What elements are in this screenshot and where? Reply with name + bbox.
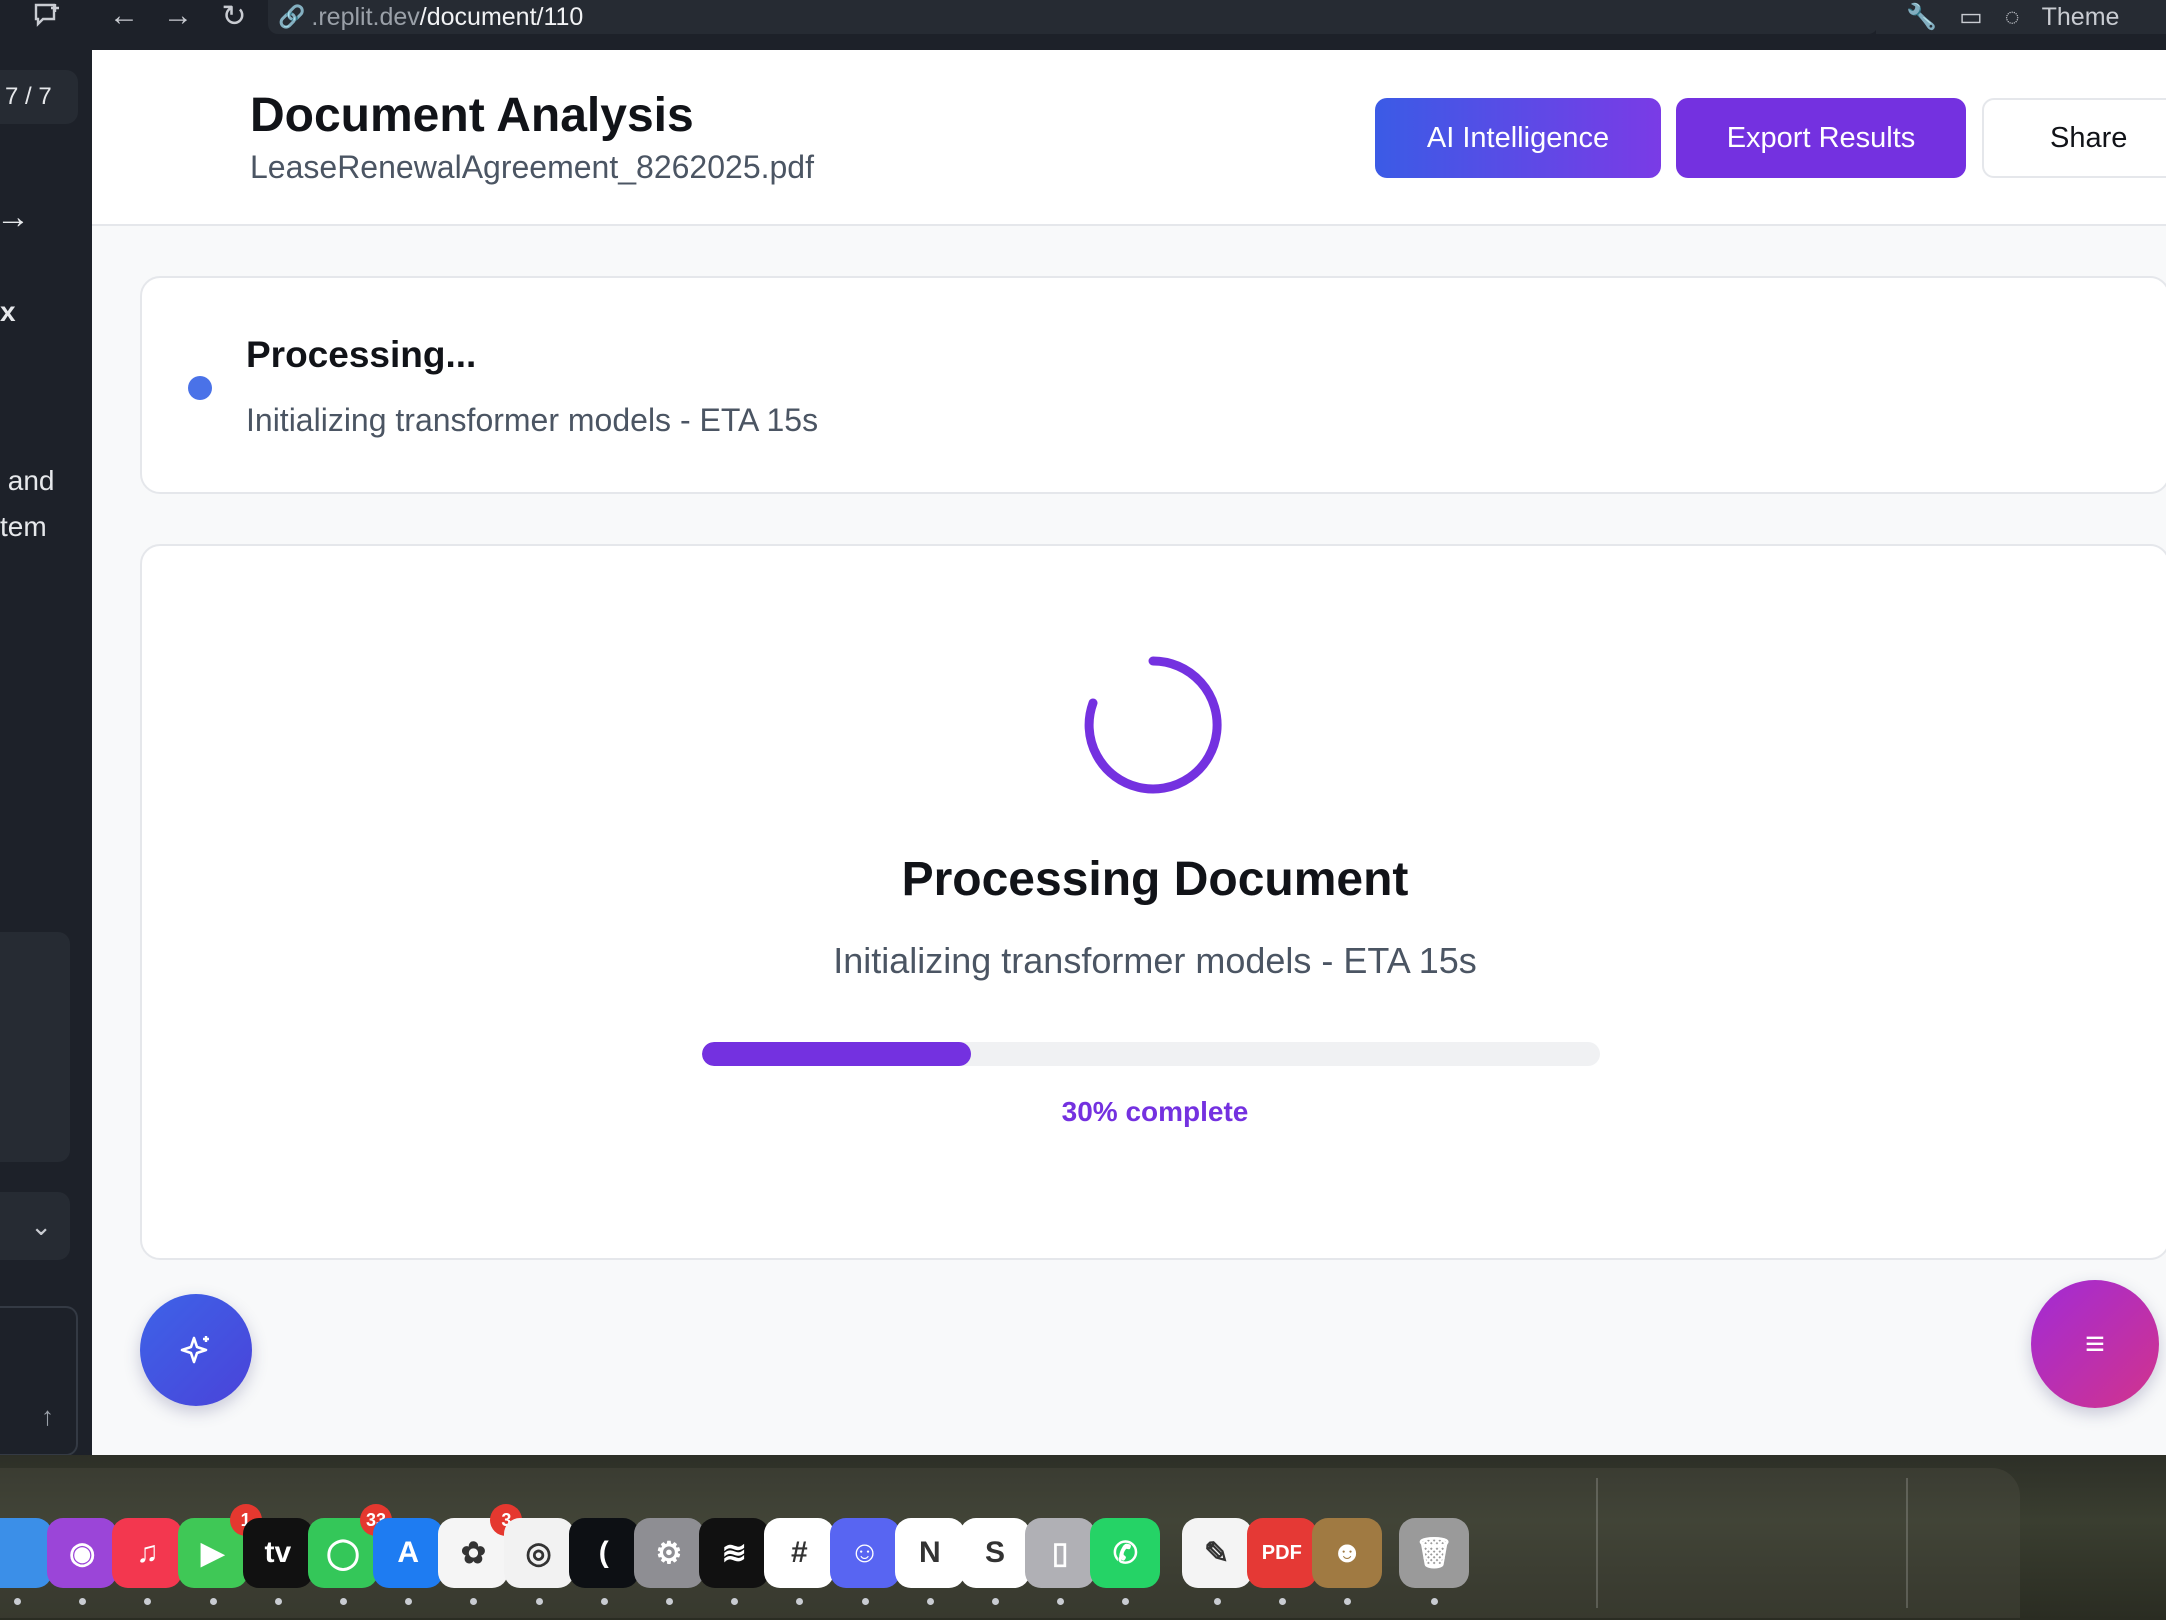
skype-icon[interactable]: S [960, 1518, 1030, 1588]
sidebar-panel [0, 932, 70, 1162]
dock-separator [1596, 1478, 1598, 1608]
whatsapp-icon[interactable]: ✆ [1090, 1518, 1161, 1588]
status-card: Processing... Initializing transformer m… [140, 276, 2166, 494]
menu-button[interactable]: ≡ [2031, 1280, 2159, 1408]
back-icon[interactable]: ← [104, 0, 144, 32]
page-title: Document Analysis [250, 89, 694, 142]
status-title: Processing... [246, 334, 477, 375]
browser-toolbar: ← → ↻ 🔗 .replit.dev /document/110 🔧 ▭ ◌ … [0, 0, 2166, 50]
sidebar-select[interactable]: ⌄ [0, 1192, 70, 1260]
sidebar-text: and tem [0, 465, 55, 542]
running-indicator [926, 1598, 934, 1605]
facetime-icon[interactable]: ▶ 1 [177, 1504, 262, 1588]
page-counter: 7 / 7 [0, 70, 78, 124]
wrench-icon[interactable]: 🔧 [1906, 3, 1937, 32]
forward-icon[interactable]: → [158, 0, 198, 32]
settings-icon[interactable]: ⚙ [634, 1518, 704, 1588]
iphone-mirroring-icon[interactable]: ▯ [1025, 1518, 1096, 1588]
messages-icon[interactable]: ◯ 33 [308, 1504, 392, 1588]
progress-fill [702, 1042, 972, 1066]
textedit-icon[interactable]: ✎ [1181, 1518, 1252, 1588]
slack-icon[interactable]: # [764, 1518, 835, 1588]
page-header: Document Analysis LeaseRenewalAgreement_… [92, 50, 2166, 226]
processing-subtitle: Initializing transformer models - ETA 15… [833, 940, 1477, 981]
chat-input[interactable]: ↑ [0, 1306, 78, 1456]
browser-tools: 🔧 ▭ ◌ Theme [1876, 0, 2166, 34]
menu-icon: ≡ [2085, 1324, 2105, 1363]
podcasts-icon[interactable]: ◉ [47, 1518, 118, 1588]
running-indicator [666, 1598, 673, 1605]
photos-icon[interactable]: ✿ 3 [438, 1504, 523, 1588]
send-arrow-icon[interactable]: ↑ [41, 1401, 54, 1432]
running-indicator [600, 1598, 608, 1605]
trash-icon[interactable]: 🗑 [1399, 1518, 1470, 1588]
appstore-icon[interactable]: A [373, 1518, 444, 1588]
progress-bar [702, 1042, 1600, 1066]
pdf-expert-icon[interactable]: PDF [1246, 1518, 1317, 1588]
running-indicator [1344, 1598, 1351, 1605]
sidebar: 7 / 7 → x and tem ⌄ ↑ [0, 50, 92, 1456]
running-indicator [340, 1598, 347, 1605]
finder-icon[interactable] [0, 1518, 52, 1588]
discord-icon[interactable]: ☺ [829, 1518, 900, 1588]
processing-title: Processing Document [901, 853, 1409, 906]
running-indicator [1213, 1598, 1221, 1605]
running-indicator [861, 1598, 869, 1605]
app-main: Document Analysis LeaseRenewalAgreement_… [92, 50, 2166, 1455]
running-indicator [274, 1598, 282, 1605]
close-icon[interactable]: x [0, 296, 16, 328]
cursor-icon[interactable]: ( [568, 1518, 639, 1588]
ai-assistant-button[interactable] [140, 1294, 252, 1406]
arrow-right-icon[interactable]: → [0, 198, 30, 237]
chrome-icon[interactable]: ◎ [503, 1518, 574, 1588]
music-icon[interactable]: ♫ [112, 1518, 183, 1588]
running-indicator [992, 1598, 999, 1605]
export-results-button[interactable]: Export Results [1676, 98, 1966, 178]
document-filename: LeaseRenewalAgreement_8262025.pdf [250, 149, 814, 185]
running-indicator [535, 1598, 543, 1605]
news-icon[interactable]: N [894, 1518, 965, 1588]
new-chat-icon[interactable] [28, 0, 68, 32]
dock-separator [1906, 1478, 1908, 1608]
url-path: /document/110 [419, 2, 584, 31]
status-subtitle: Initializing transformer models - ETA 15… [246, 402, 819, 438]
reload-icon[interactable]: ↻ [214, 0, 254, 33]
ai-intelligence-button[interactable]: AI Intelligence [1375, 98, 1661, 178]
address-bar[interactable]: 🔗 .replit.dev /document/110 [268, 0, 1878, 34]
progress-label: 30% complete [1061, 1096, 1249, 1127]
theme-label[interactable]: Theme [2042, 3, 2120, 32]
running-indicator [1278, 1598, 1286, 1605]
sparkles-icon [180, 1336, 209, 1364]
status-dot [188, 376, 212, 400]
contacts-icon[interactable]: ☻ [1312, 1518, 1382, 1588]
palette-icon[interactable]: ◌ [2005, 3, 2020, 32]
running-indicator [14, 1598, 21, 1605]
share-button[interactable]: Share [1982, 98, 2166, 178]
spotify-icon[interactable]: ≋ [699, 1518, 770, 1588]
url-domain: .replit.dev [311, 2, 420, 31]
appletv-icon[interactable]: tv [242, 1518, 313, 1588]
loading-spinner-icon [1084, 656, 1222, 794]
devices-icon[interactable]: ▭ [1959, 2, 1983, 32]
link-icon: 🔗 [278, 4, 306, 29]
processing-card: Processing Document Initializing transfo… [140, 544, 2166, 1260]
running-indicator [209, 1598, 217, 1605]
chevron-down-icon: ⌄ [30, 1210, 52, 1241]
